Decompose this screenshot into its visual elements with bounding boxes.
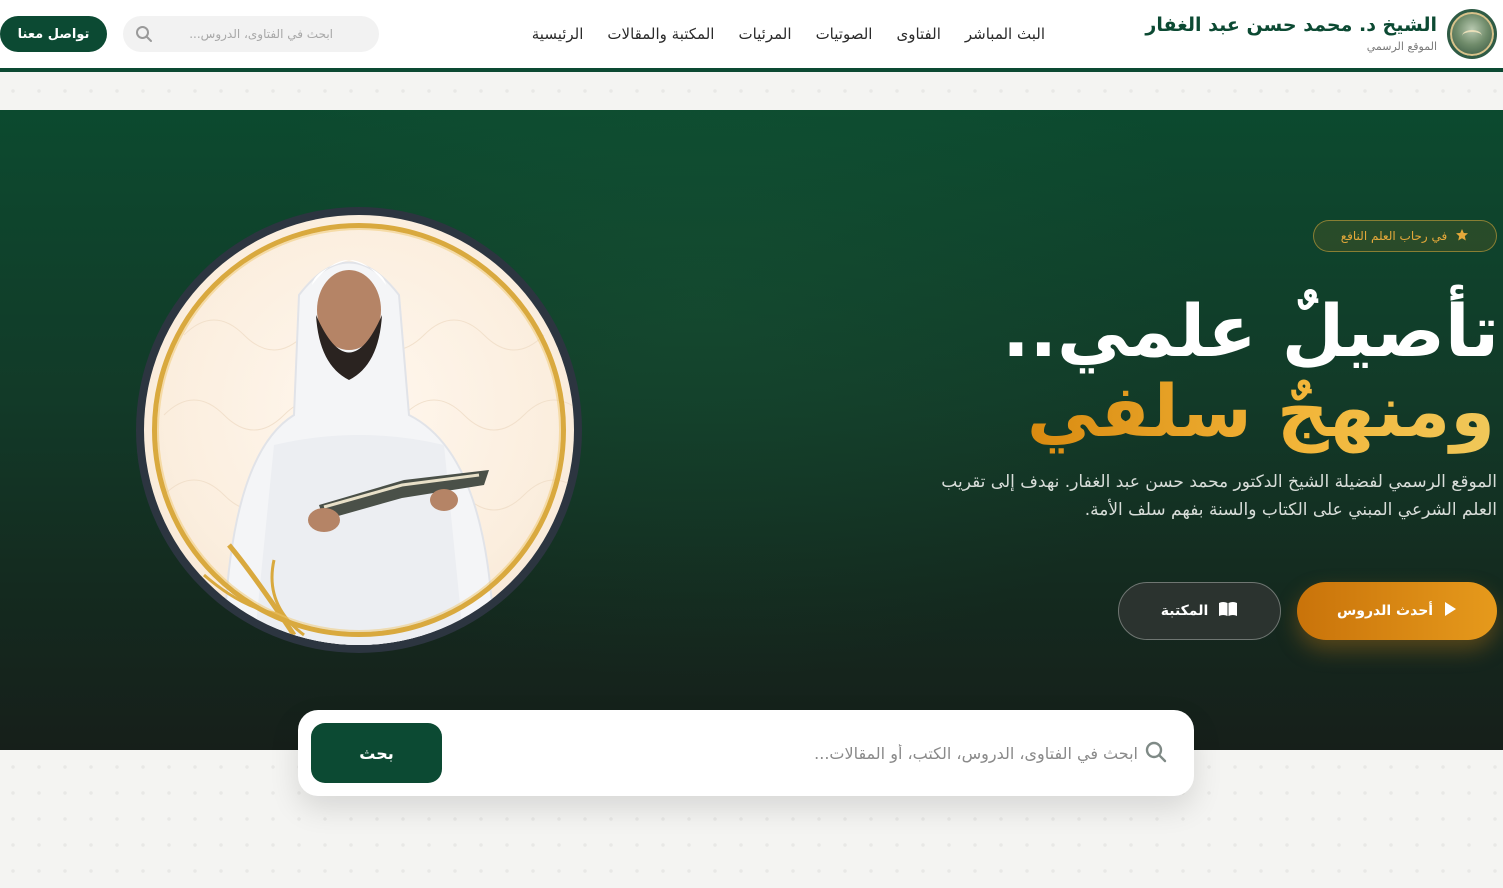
hero-description: الموقع الرسمي لفضيلة الشيخ الدكتور محمد … (941, 472, 1497, 520)
main-nav: الرئيسية المكتبة والمقالات المرئيات الصو… (532, 22, 1045, 46)
nav-item-live[interactable]: البث المباشر (965, 22, 1045, 46)
site-subtitle: الموقع الرسمي (1366, 40, 1437, 53)
main-search-button[interactable]: بحث (311, 723, 442, 783)
search-icon (1144, 740, 1168, 768)
nav-item-library[interactable]: المكتبة والمقالات (607, 22, 714, 46)
site-header: الشيخ د. محمد حسن عبد الغفار الموقع الرس… (0, 0, 1503, 72)
portrait-gold-ring (152, 223, 566, 637)
nav-item-audio[interactable]: الصوتيات (816, 22, 873, 46)
latest-lessons-label: أحدث الدروس (1336, 603, 1434, 619)
nav-item-fatwas[interactable]: الفتاوى (896, 22, 940, 46)
star-icon (1455, 227, 1469, 246)
site-title[interactable]: الشيخ د. محمد حسن عبد الغفار (1145, 14, 1437, 36)
nav-item-videos[interactable]: المرئيات (738, 22, 791, 46)
library-label: المكتبة (1160, 603, 1209, 619)
nav-item-home[interactable]: الرئيسية (532, 22, 584, 46)
hero-section: في رحاب العلم النافع تأصيلٌ علمي.. ومنهج… (0, 110, 1503, 750)
hero-badge-label: في رحاب العلم النافع (1340, 229, 1448, 243)
header-search (123, 16, 379, 52)
book-icon (1218, 601, 1238, 621)
contact-button[interactable]: تواصل معنا (0, 16, 107, 52)
hero-headline-line1: تأصيلٌ علمي.. (1002, 289, 1499, 373)
main-search-bar: بحث (298, 710, 1194, 796)
header-search-input[interactable] (173, 16, 369, 52)
main-search-input[interactable] (458, 732, 1138, 774)
site-logo[interactable] (1447, 9, 1497, 59)
hero-badge: في رحاب العلم النافع (1313, 220, 1497, 252)
search-icon[interactable] (135, 25, 153, 47)
latest-lessons-button[interactable]: أحدث الدروس (1297, 582, 1497, 640)
play-icon (1443, 601, 1457, 621)
library-button[interactable]: المكتبة (1118, 582, 1281, 640)
hero-headline-line2: ومنهجٌ سلفي (1027, 366, 1495, 456)
